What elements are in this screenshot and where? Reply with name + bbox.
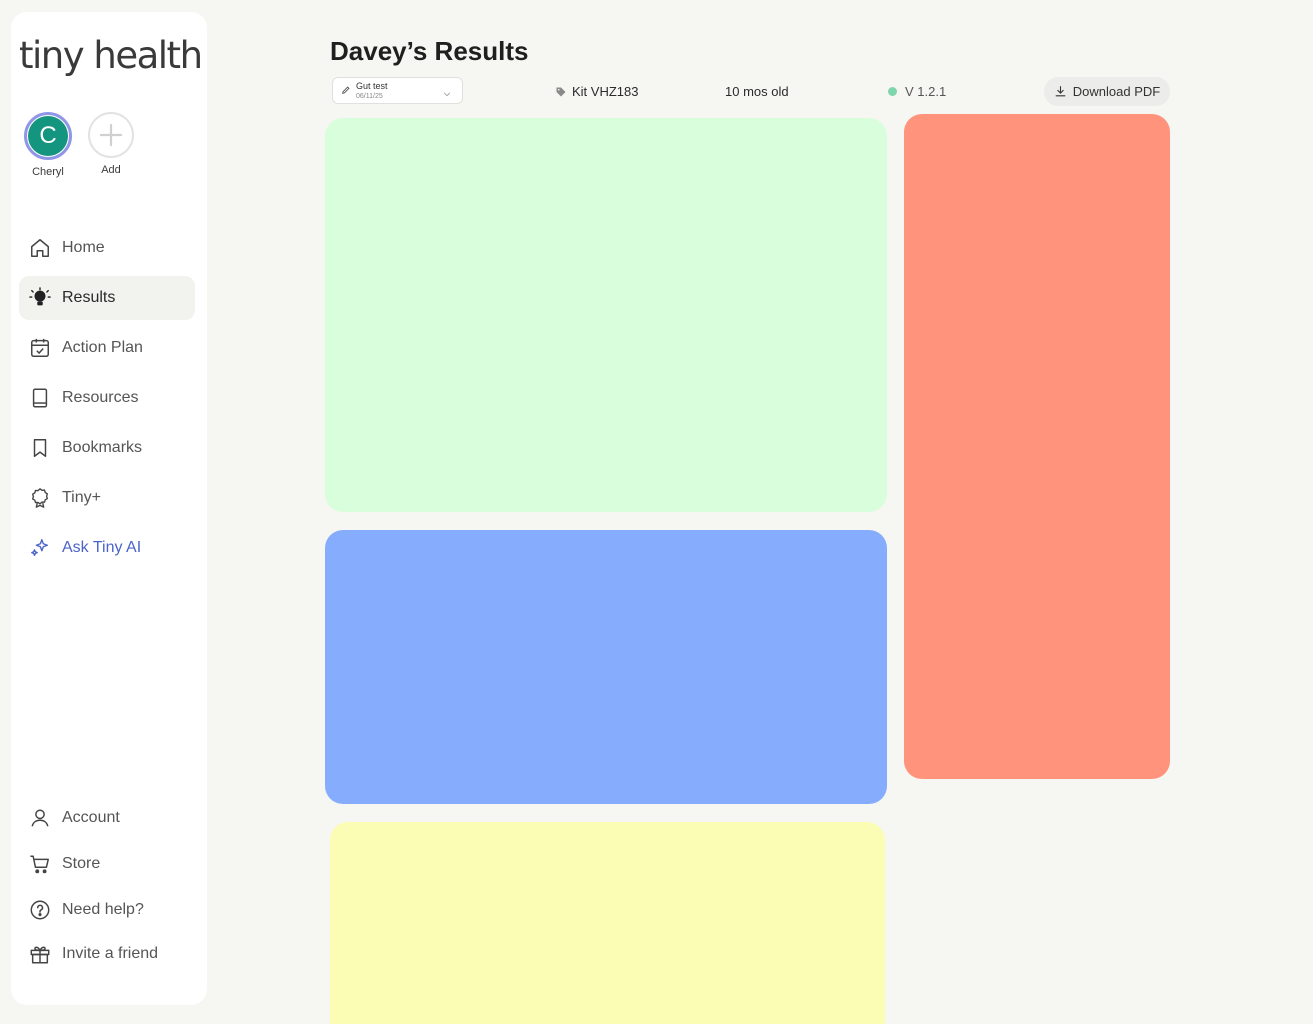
nav-label-store: Store [62,855,101,872]
age-info: 10 mos old [725,84,789,99]
cart-icon [29,853,51,875]
kit-info: Kit VHZ183 [555,84,638,99]
nav-label-home: Home [62,239,105,256]
nav-item-account[interactable]: Account [19,796,195,840]
nav-item-action-plan[interactable]: Action Plan [19,326,195,370]
help-icon [29,899,51,921]
kit-id: Kit VHZ183 [572,84,639,99]
sidebar: tiny health C Cheryl Add Home Results Ac… [11,12,207,1005]
home-icon [29,237,51,259]
tag-icon [555,86,567,98]
test-select-text: Gut test 06/11/25 [356,80,388,100]
nav-item-tiny-plus[interactable]: Tiny+ [19,476,195,520]
nav-item-results[interactable]: Results [19,276,195,320]
version-info: V 1.2.1 [888,84,946,99]
test-select-date: 06/11/25 [356,92,383,100]
pencil-icon [341,82,351,100]
add-profile-button[interactable]: Add [85,112,137,176]
results-card-yellow[interactable] [330,822,885,1024]
plus-icon [88,112,134,158]
nav-item-resources[interactable]: Resources [19,376,195,420]
nav-label-tiny-plus: Tiny+ [62,489,101,506]
nav-item-bookmarks[interactable]: Bookmarks [19,426,195,470]
page-title: Davey’s Results [330,36,529,66]
book-icon [29,387,51,409]
nav-label-ask-tiny-ai: Ask Tiny AI [62,539,142,556]
results-card-blue[interactable] [325,530,887,804]
test-select[interactable]: Gut test 06/11/25 [332,77,463,104]
nav-label-results: Results [62,289,116,306]
badge-icon [29,487,51,509]
nav-item-need-help[interactable]: Need help? [19,888,195,932]
nav-item-home[interactable]: Home [19,226,195,270]
nav-label-account: Account [62,809,120,826]
profile-name: Cheryl [32,166,64,178]
profile-cheryl[interactable]: C Cheryl [22,112,74,178]
nav-label-bookmarks: Bookmarks [62,439,143,456]
nav-label-resources: Resources [62,389,139,406]
lightbulb-icon [29,287,51,309]
gift-icon [29,943,51,965]
nav-label-invite-friend: Invite a friend [62,945,159,962]
nav-label-action-plan: Action Plan [62,339,143,356]
version-label: V 1.2.1 [905,84,947,99]
nav-item-ask-tiny-ai[interactable]: Ask Tiny AI [19,526,195,570]
test-select-label: Gut test [356,80,388,91]
avatar: C [28,116,68,156]
logo[interactable]: tiny health [19,34,203,77]
user-icon [29,807,51,829]
chevron-down-icon [442,86,452,104]
nav-label-need-help: Need help? [62,901,144,918]
download-icon [1055,86,1066,97]
avatar-ring: C [24,112,72,160]
app-root: tiny health C Cheryl Add Home Results Ac… [0,0,1313,1024]
calendar-check-icon [29,337,51,359]
download-pdf-button[interactable]: Download PDF [1044,77,1170,106]
sparkle-icon [29,537,51,559]
results-card-green[interactable] [325,118,887,512]
status-dot [888,87,897,96]
download-pdf-label: Download PDF [1072,84,1161,99]
nav-item-invite-friend[interactable]: Invite a friend [19,932,195,976]
add-profile-label: Add [101,164,121,176]
results-card-salmon[interactable] [904,114,1170,779]
nav-item-store[interactable]: Store [19,842,195,886]
bookmark-icon [29,437,51,459]
